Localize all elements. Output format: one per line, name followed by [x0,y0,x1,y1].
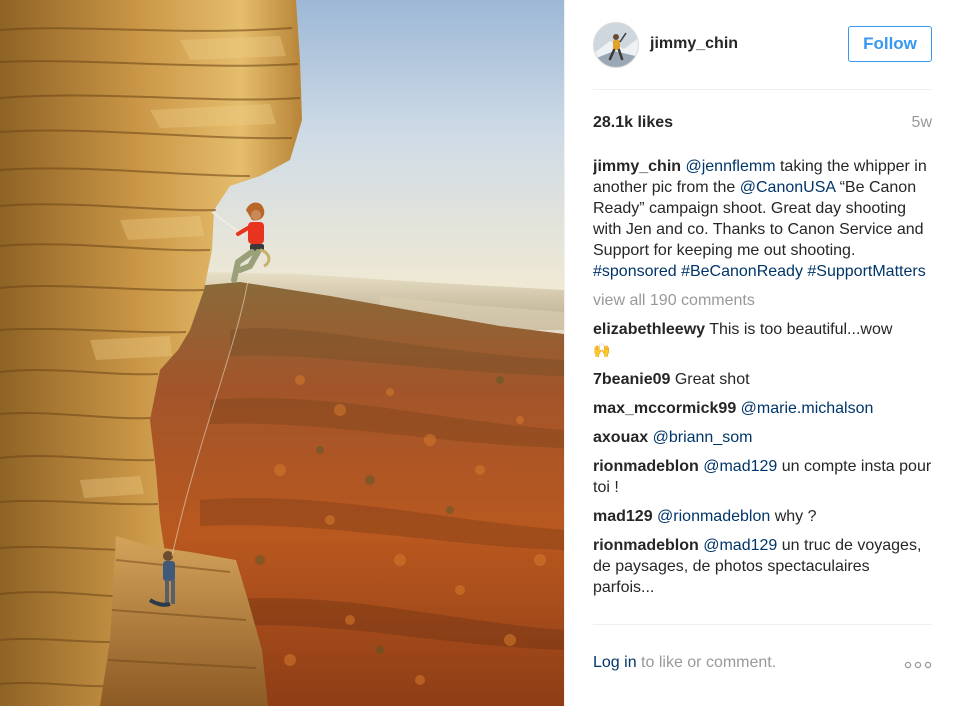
post-stats: 28.1k likes 5w [593,114,932,136]
comment-mention[interactable]: @briann_som [653,429,753,446]
comment-author[interactable]: elizabethleewy [593,321,705,338]
comment-author[interactable]: 7beanie09 [593,371,670,388]
caption-mention[interactable]: @jennflemm [685,158,775,175]
comment-item: 7beanie09 Great shot [593,369,932,390]
comment-author[interactable]: axouax [593,429,648,446]
climbing-photo-illustration [0,0,564,706]
comment-text: This is too beautiful...wow [709,321,893,338]
comment-author[interactable]: max_mccormick99 [593,400,736,417]
instagram-post: jimmy_chin Follow 28.1k likes 5w jimmy_c… [0,0,960,706]
caption-hashtag[interactable]: #SupportMatters [807,263,925,280]
post-footer: Log in to like or comment. [593,652,932,678]
login-prompt-text: to like or comment. [636,654,777,671]
comment-item: axouax @briann_som [593,427,932,448]
comment-mention[interactable]: @mad129 [703,537,777,554]
caption-mention[interactable]: @CanonUSA [740,179,835,196]
login-link[interactable]: Log in [593,654,637,671]
more-options-icon[interactable] [904,661,932,669]
comment-item: mad129 @rionmadeblon why ? [593,506,932,527]
likes-count[interactable]: 28.1k likes [593,114,673,132]
caption-author[interactable]: jimmy_chin [593,158,681,175]
comment-text: Great shot [674,371,750,388]
post-details-panel: jimmy_chin Follow 28.1k likes 5w jimmy_c… [564,0,960,706]
comments-list[interactable]: jimmy_chin @jennflemm taking the whipper… [593,156,932,625]
raised-hands-icon: 🙌 [593,342,611,358]
avatar[interactable] [593,22,639,68]
follow-button[interactable]: Follow [848,26,932,62]
comment-item: max_mccormick99 @marie.michalson [593,398,932,419]
comment-mention[interactable]: @marie.michalson [741,400,874,417]
post-author-username[interactable]: jimmy_chin [650,35,738,53]
comment-item: rionmadeblon @mad129 un truc de voyages,… [593,535,932,598]
post-caption: jimmy_chin @jennflemm taking the whipper… [593,156,932,282]
comment-item: rionmadeblon @mad129 un compte insta pou… [593,456,932,498]
view-all-comments-link[interactable]: view all 190 comments [593,290,932,311]
post-header: jimmy_chin Follow [593,18,932,90]
comment-author[interactable]: rionmadeblon [593,537,699,554]
comment-text: why ? [774,508,817,525]
comment-mention[interactable]: @rionmadeblon [657,508,770,525]
comment-author[interactable]: mad129 [593,508,653,525]
post-photo[interactable] [0,0,564,706]
login-prompt: Log in to like or comment. [593,654,776,672]
post-timestamp[interactable]: 5w [912,114,932,132]
comment-item: elizabethleewy This is too beautiful...w… [593,319,932,361]
caption-hashtag[interactable]: #BeCanonReady [681,263,803,280]
climber-avatar-icon [594,23,638,67]
comment-mention[interactable]: @mad129 [703,458,777,475]
caption-hashtag[interactable]: #sponsored [593,263,677,280]
comment-author[interactable]: rionmadeblon [593,458,699,475]
